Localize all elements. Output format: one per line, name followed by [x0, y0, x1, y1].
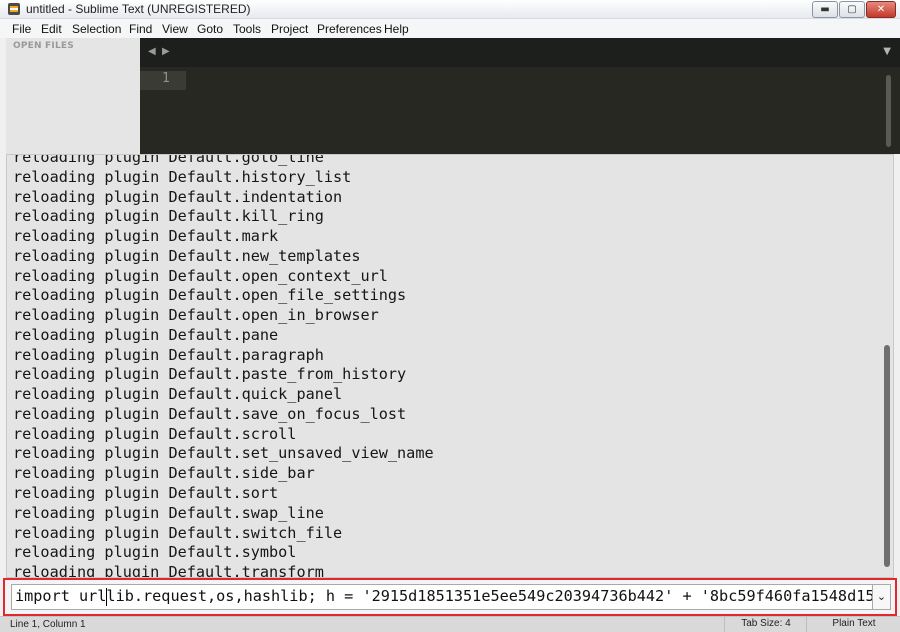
menu-bar: File Edit Selection Find View Goto Tools…: [0, 19, 900, 38]
editor-scrollbar[interactable]: [886, 75, 891, 147]
menu-selection[interactable]: Selection: [72, 22, 121, 36]
console-line: reloading plugin Default.scroll: [13, 424, 297, 443]
console-line: reloading plugin Default.new_templates: [13, 246, 361, 265]
console-line: reloading plugin Default.save_on_focus_l…: [13, 404, 407, 423]
console-output: reloading plugin Default.goto_line reloa…: [13, 154, 434, 578]
menu-find[interactable]: Find: [129, 22, 152, 36]
menu-tools[interactable]: Tools: [233, 22, 261, 36]
console-line: reloading plugin Default.open_in_browser: [13, 306, 379, 325]
console-line: reloading plugin Default.indentation: [13, 187, 343, 206]
console-line: reloading plugin Default.quick_panel: [13, 385, 343, 404]
minimize-button[interactable]: ▬: [812, 1, 838, 18]
editor-area[interactable]: 1: [140, 67, 900, 154]
console-input[interactable]: import urllib.request,os,hashlib; h = '2…: [11, 584, 873, 610]
maximize-icon: ▢: [847, 4, 857, 15]
tab-bar: ◀ ▶ ▼: [140, 38, 900, 67]
console-scrollbar-thumb[interactable]: [884, 345, 890, 567]
console-input-highlight: import urllib.request,os,hashlib; h = '2…: [3, 578, 897, 616]
console-line: reloading plugin Default.paste_from_hist…: [13, 365, 407, 384]
console-input-text: import urllib.request,os,hashlib; h = '2…: [15, 587, 873, 605]
title-bar: untitled - Sublime Text (UNREGISTERED) ▬…: [0, 0, 900, 19]
console-line: reloading plugin Default.history_list: [13, 167, 352, 186]
status-bar: Line 1, Column 1 Tab Size: 4 Plain Text: [0, 616, 900, 632]
console-line: reloading plugin Default.side_bar: [13, 464, 315, 483]
sidebar: OPEN FILES: [6, 38, 140, 154]
tab-next-icon[interactable]: ▶: [162, 46, 170, 57]
console-line: reloading plugin Default.sort: [13, 484, 279, 503]
line-number: 1: [162, 71, 170, 86]
sublime-app-icon: [8, 3, 20, 15]
tab-size-indicator[interactable]: Tab Size: 4: [724, 617, 807, 632]
console-history-dropdown[interactable]: ⌄: [873, 584, 891, 610]
close-icon: ✕: [876, 4, 886, 15]
console-line: reloading plugin Default.paragraph: [13, 345, 324, 364]
console-line: reloading plugin Default.swap_line: [13, 503, 324, 522]
menu-help[interactable]: Help: [384, 22, 409, 36]
syntax-indicator[interactable]: Plain Text: [806, 617, 900, 632]
console-line: reloading plugin Default.open_context_ur…: [13, 266, 388, 285]
tab-overflow-icon[interactable]: ▼: [883, 46, 891, 57]
console-line: reloading plugin Default.transform: [13, 563, 324, 578]
menu-project[interactable]: Project: [271, 22, 308, 36]
menu-edit[interactable]: Edit: [41, 22, 62, 36]
maximize-button[interactable]: ▢: [839, 1, 865, 18]
console-line: reloading plugin Default.goto_line: [13, 154, 324, 166]
menu-preferences[interactable]: Preferences: [317, 22, 382, 36]
menu-file[interactable]: File: [12, 22, 31, 36]
console-line: reloading plugin Default.open_file_setti…: [13, 286, 407, 305]
console-line: reloading plugin Default.set_unsaved_vie…: [13, 444, 434, 463]
console-line: reloading plugin Default.symbol: [13, 543, 297, 562]
console-line: reloading plugin Default.kill_ring: [13, 207, 324, 226]
tab-prev-icon[interactable]: ◀: [148, 46, 156, 57]
console-panel: reloading plugin Default.goto_line reloa…: [6, 154, 894, 578]
console-scrollbar[interactable]: [883, 159, 891, 573]
chevron-down-icon: ⌄: [876, 590, 887, 603]
window-title: untitled - Sublime Text (UNREGISTERED): [26, 2, 251, 16]
console-line: reloading plugin Default.mark: [13, 227, 279, 246]
cursor-position: Line 1, Column 1: [10, 619, 86, 630]
minimize-icon: ▬: [820, 4, 830, 15]
console-line: reloading plugin Default.pane: [13, 325, 279, 344]
close-button[interactable]: ✕: [866, 1, 896, 18]
menu-goto[interactable]: Goto: [197, 22, 223, 36]
text-caret: [106, 588, 107, 606]
menu-view[interactable]: View: [162, 22, 188, 36]
console-line: reloading plugin Default.switch_file: [13, 523, 343, 542]
open-files-header: OPEN FILES: [13, 41, 74, 51]
